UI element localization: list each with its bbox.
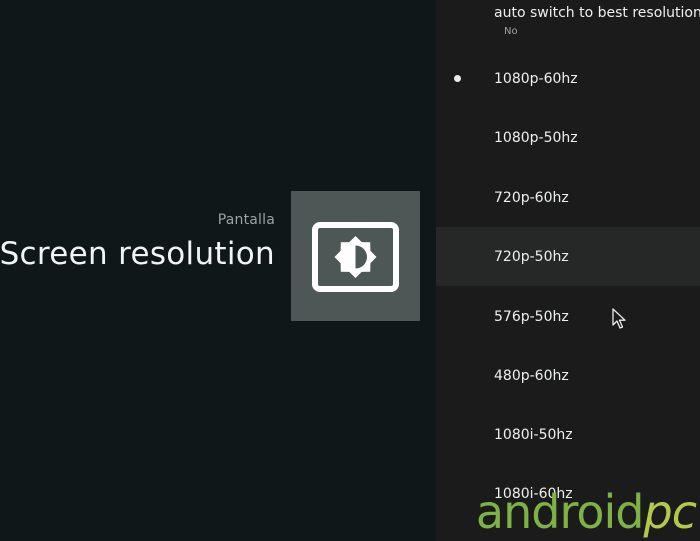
option-label: 720p-60hz [494,189,569,206]
option-480p-60hz[interactable]: 480p-60hz [436,346,700,405]
option-label: 480p-60hz [494,367,569,384]
watermark-part2: pc [643,485,697,539]
watermark-logo: androidpc [476,489,697,535]
option-720p-60hz[interactable]: 720p-60hz [436,168,700,227]
option-576p-50hz[interactable]: 576p-50hz [436,287,700,346]
option-1080p-50hz[interactable]: 1080p-50hz [436,108,700,167]
radio-selected-icon [454,74,461,82]
auto-switch-title: auto switch to best resolution [494,5,700,21]
resolution-options-panel: auto switch to best resolution No 1080p-… [436,0,700,541]
breadcrumb: Pantalla [217,212,275,228]
option-label: 576p-50hz [494,308,569,325]
watermark-part1: android [475,485,645,539]
settings-icon-tile [291,191,420,321]
option-1080i-50hz[interactable]: 1080i-50hz [436,405,700,464]
option-auto-switch[interactable]: auto switch to best resolution No [436,0,700,45]
option-label: 720p-50hz [494,248,569,265]
option-label: 1080p-50hz [494,129,578,146]
option-label: 1080p-60hz [494,70,578,87]
option-1080p-60hz[interactable]: 1080p-60hz [436,49,700,108]
option-720p-50hz[interactable]: 720p-50hz [436,227,700,286]
page-title: Screen resolution [0,236,275,272]
option-label: 1080i-50hz [494,426,573,443]
brightness-icon [312,222,399,292]
auto-switch-value: No [504,26,518,37]
mouse-cursor-icon [612,308,626,329]
